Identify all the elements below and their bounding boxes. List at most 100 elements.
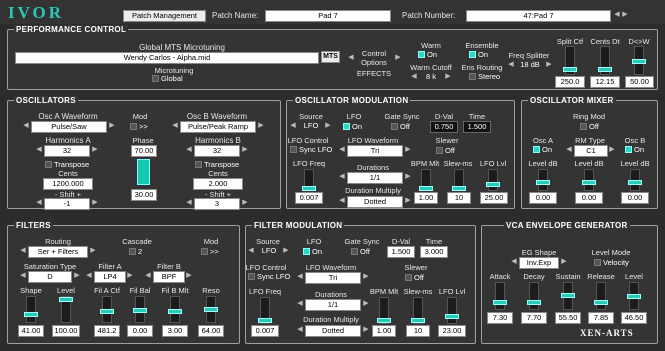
osc-b-next-icon[interactable]: ▶ [258,122,264,130]
release-slider[interactable] [594,282,608,310]
fm-lfo-freq-slider[interactable] [258,297,272,324]
fil-bal-knob[interactable] [133,308,147,313]
om-bpm-slider[interactable] [419,169,433,191]
phase-bar[interactable] [137,159,150,185]
harm-a-prev-icon[interactable]: ◀ [36,146,42,154]
fm-source-prev-icon[interactable]: ◀ [248,247,254,255]
fm-wave-next-icon[interactable]: ▶ [363,273,369,281]
control-prev-icon[interactable]: ◀ [348,54,354,62]
om-source-select[interactable]: LFO [298,121,324,131]
fil-bal-slider[interactable] [133,296,147,323]
cents-dt-slider[interactable] [598,46,612,75]
fm-slew-slider[interactable] [411,297,425,324]
fb-prev-icon[interactable]: ◀ [145,272,151,280]
rm-type-prev-icon[interactable]: ◀ [566,146,572,154]
om-dm-next-icon[interactable]: ▶ [405,197,411,205]
shift-b-select[interactable]: 3 [194,198,240,210]
attack-knob[interactable] [493,300,507,305]
om-lfo-toggle[interactable]: On [343,122,362,131]
osc-b-prev-icon[interactable]: ◀ [172,122,178,130]
fm-time-value[interactable]: 3.000 [420,246,448,258]
osc-a-next-icon[interactable]: ▶ [109,122,115,130]
harm-b-next-icon[interactable]: ▶ [242,146,248,154]
fm-dm-next-icon[interactable]: ▶ [363,326,369,334]
warm-cutoff-prev-icon[interactable]: ◀ [411,73,417,81]
fil-b-mlt-slider[interactable] [168,296,182,323]
rm-type-select[interactable]: C1 [574,145,608,157]
om-bpm-knob[interactable] [419,186,433,191]
om-wave-next-icon[interactable]: ▶ [405,146,411,154]
fm-lfo-lvl-knob[interactable] [445,314,459,319]
om-lfo-freq-knob[interactable] [302,186,316,191]
fm-lfo-toggle[interactable]: On [303,247,322,256]
freq-split-prev-icon[interactable]: ◀ [508,61,514,69]
fm-dur-next-icon[interactable]: ▶ [363,300,369,308]
harm-a-next-icon[interactable]: ▶ [92,146,98,154]
sat-prev-icon[interactable]: ◀ [20,272,26,280]
patch-next-icon[interactable]: ▶ [622,11,628,19]
shift-a-select[interactable]: -1 [44,198,90,210]
cents-b-value[interactable]: 2.000 [193,178,243,190]
cascade-toggle[interactable]: 2 [129,247,142,256]
patch-name-field[interactable]: Pad 7 [265,10,391,22]
vca-level-slider[interactable] [627,282,641,310]
fil-b-mlt-knob[interactable] [168,309,182,314]
fil-a-ctf-knob[interactable] [100,309,114,314]
cents-a-value[interactable]: 1200.000 [43,178,93,190]
om-lfo-lvl-knob[interactable] [486,182,500,187]
harmonics-a-select[interactable]: 32 [44,145,90,157]
eg-prev-icon[interactable]: ◀ [511,258,517,266]
om-slew-slider[interactable] [452,169,466,191]
fm-source-select[interactable]: LFO [256,246,282,256]
level-slider[interactable] [59,296,73,323]
vca-level-knob[interactable] [627,294,641,299]
om-source-next-icon[interactable]: ▶ [325,122,331,130]
harm-b-prev-icon[interactable]: ◀ [186,146,192,154]
transpose-a-toggle[interactable]: Transpose [45,160,89,169]
fm-dval-value[interactable]: 1.500 [387,246,415,258]
om-slew-knob[interactable] [452,186,466,191]
freq-splitter-select[interactable]: 18 dB [516,60,544,70]
fm-dur-mult-select[interactable]: Dotted [305,325,361,337]
ensemble-toggle[interactable]: On [469,50,488,59]
om-dur-prev-icon[interactable]: ◀ [339,173,345,181]
fm-sync-lfo-toggle[interactable]: Sync LFO [248,272,290,281]
mix-osc-b-toggle[interactable]: On [625,145,644,154]
fm-bpm-slider[interactable] [377,297,391,324]
sat-type-select[interactable]: D [28,271,72,283]
fa-prev-icon[interactable]: ◀ [86,272,92,280]
level-knob[interactable] [59,297,73,302]
fm-lfo-lvl-slider[interactable] [445,297,459,324]
dw-knob[interactable] [632,59,646,64]
patch-management-button[interactable]: Patch Management [123,10,206,22]
rm-type-next-icon[interactable]: ▶ [609,146,615,154]
om-dm-prev-icon[interactable]: ◀ [339,197,345,205]
om-lfo-freq-slider[interactable] [302,169,316,191]
routing-select[interactable]: Ser + Filters [28,246,88,258]
osc-mod-toggle[interactable]: >> [130,122,148,131]
mts-file-field[interactable]: Wendy Carlos - Alpha.mid [15,52,319,64]
om-lfo-lvl-slider[interactable] [486,169,500,191]
level-rm-slider[interactable] [582,169,596,191]
om-dur-next-icon[interactable]: ▶ [405,173,411,181]
osc-a-prev-icon[interactable]: ◀ [23,122,29,130]
patch-prev-icon[interactable]: ◀ [614,11,620,19]
shape-knob[interactable] [24,312,38,317]
fm-durations-select[interactable]: 1/1 [305,299,361,311]
ring-mod-toggle[interactable]: Off [580,122,599,131]
routing-prev-icon[interactable]: ◀ [20,247,26,255]
osc-a-waveform-select[interactable]: Pulse/Saw [31,121,107,133]
mix-osc-a-toggle[interactable]: On [533,145,552,154]
release-knob[interactable] [594,300,608,305]
shift-b-prev-icon[interactable]: ◀ [186,199,192,207]
decay-slider[interactable] [527,282,541,310]
om-time-value[interactable]: 1.500 [463,121,491,133]
fm-dm-prev-icon[interactable]: ◀ [297,326,303,334]
fm-source-next-icon[interactable]: ▶ [283,247,289,255]
fil-a-ctf-slider[interactable] [100,296,114,323]
stereo-toggle[interactable]: Stereo [469,72,500,81]
om-source-prev-icon[interactable]: ◀ [290,122,296,130]
reso-knob[interactable] [204,307,218,312]
om-wave-prev-icon[interactable]: ◀ [339,146,345,154]
filter-b-select[interactable]: BPF [153,271,185,283]
